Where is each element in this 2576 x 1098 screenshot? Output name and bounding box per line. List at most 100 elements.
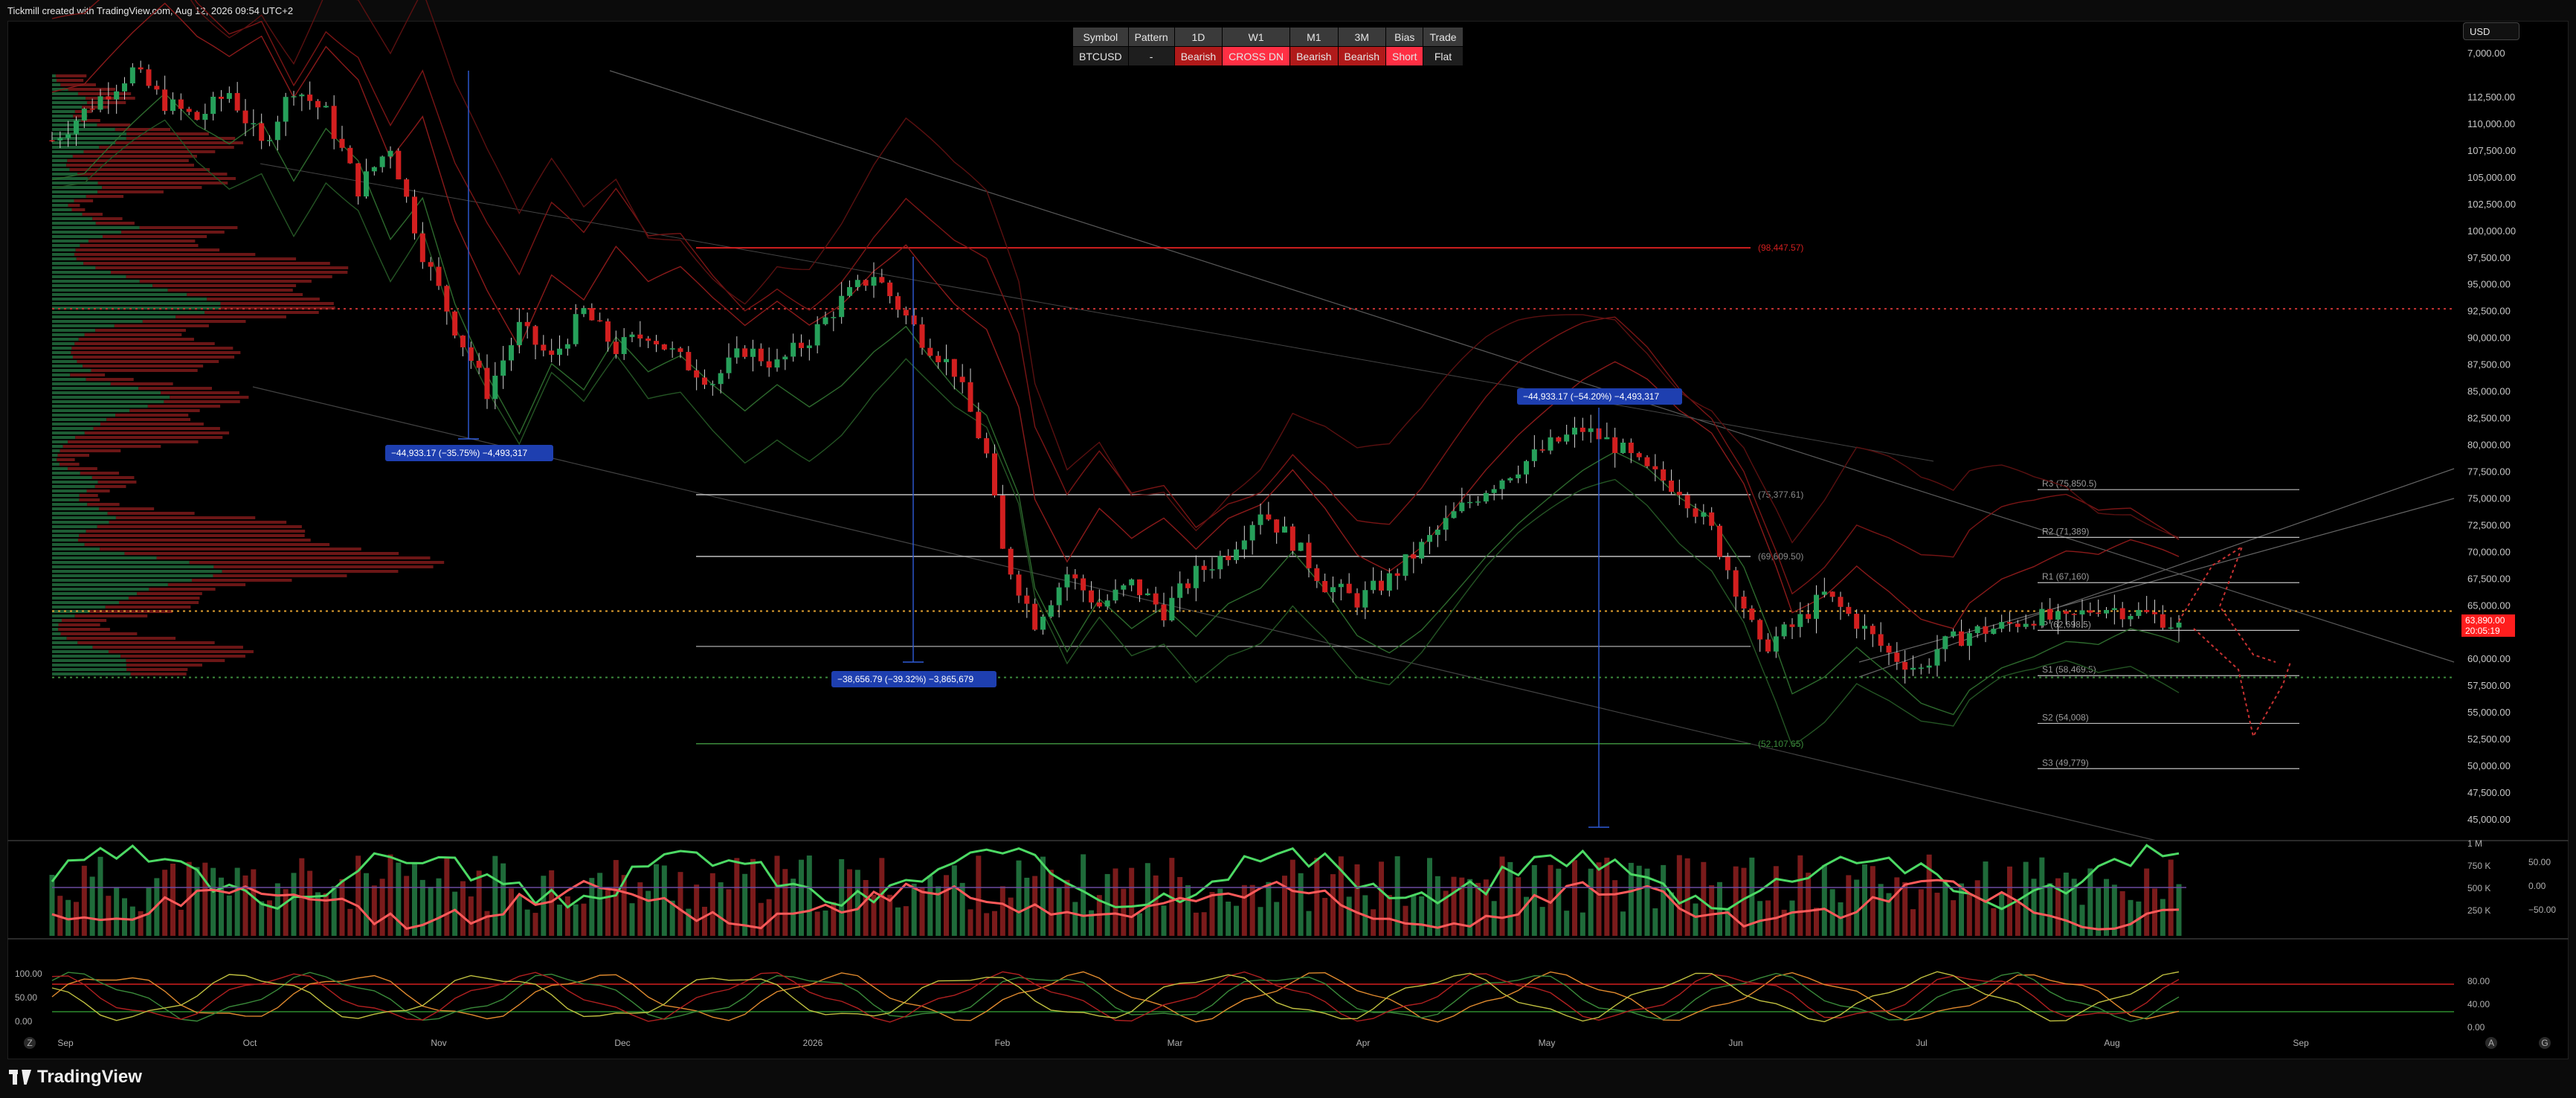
volume-profile-bar	[68, 204, 80, 207]
candle-body	[57, 138, 63, 141]
candle-body	[854, 280, 860, 287]
candle-body	[1934, 649, 1940, 666]
volume-profile-bar	[52, 262, 84, 265]
band-line	[190, 0, 2180, 544]
candle-body	[1161, 604, 1167, 621]
stoch-axis-tick: 0.00	[15, 1016, 33, 1027]
volume-profile-bar	[57, 454, 90, 457]
candle-body	[1733, 570, 1739, 597]
volume-bar	[1870, 866, 1875, 936]
volume-profile-bar	[52, 320, 143, 323]
volume-bar	[839, 858, 845, 936]
candle-body	[1129, 579, 1135, 585]
volume-bar	[1185, 885, 1191, 936]
volume-bar	[524, 909, 530, 936]
candle-body	[1531, 449, 1537, 461]
candle-body	[1669, 481, 1674, 492]
candle-body	[1048, 605, 1054, 617]
volume-bar	[1161, 905, 1167, 936]
volume-bar	[1854, 879, 1860, 936]
tradingview-logo[interactable]: TradingView	[9, 1067, 142, 1088]
status-header-w1: W1	[1222, 27, 1291, 47]
volume-profile-bar	[52, 351, 71, 354]
candle-body	[1137, 579, 1142, 596]
price-axis-tick: 75,000.00	[2467, 492, 2511, 504]
candle-body	[1298, 542, 1304, 551]
volume-profile-bar	[142, 320, 246, 323]
candle-body	[1016, 574, 1022, 596]
volume-profile-bar	[52, 449, 60, 452]
volume-profile-bar	[52, 204, 68, 207]
candle-body	[1966, 633, 1972, 646]
volume-profile-bar	[70, 373, 106, 376]
volume-profile-bar	[52, 489, 87, 492]
pivot-label: R2 (71,389)	[2042, 526, 2089, 536]
currency-selector[interactable]: USD	[2463, 22, 2519, 40]
candle-body	[1564, 434, 1570, 442]
price-axis-tick: 70,000.00	[2467, 546, 2511, 557]
volume-bar	[1016, 860, 1022, 936]
volume-profile-bar	[52, 347, 72, 350]
volume-bar	[1934, 893, 1940, 936]
candle-body	[1234, 549, 1239, 560]
candle-body	[1371, 580, 1376, 591]
volume-bar	[976, 855, 982, 936]
volume-profile-bar	[52, 74, 57, 77]
candle-body	[1467, 501, 1473, 504]
volume-profile-bar	[52, 115, 74, 118]
volume-bar	[2168, 859, 2174, 936]
volume-bar	[1604, 857, 1610, 936]
candle-body	[951, 359, 957, 377]
axis-corner-label: Z	[27, 1038, 32, 1048]
volume-profile-bar	[52, 333, 85, 336]
volume-profile-bar	[52, 373, 71, 376]
candle-body	[1475, 501, 1481, 503]
candle-body	[1612, 437, 1618, 453]
volume-bar	[468, 896, 474, 936]
candle-body	[307, 94, 313, 101]
volume-bar	[1516, 877, 1522, 936]
candle-body	[1765, 639, 1771, 652]
candle-body	[97, 96, 103, 110]
volume-profile-bar	[115, 141, 244, 144]
volume-profile-bar	[86, 530, 306, 533]
volume-bar	[178, 910, 184, 936]
projection-path	[2193, 628, 2291, 739]
candle-body	[178, 99, 184, 109]
candle-body	[452, 311, 458, 336]
volume-axis-tick: 250 K	[2467, 905, 2490, 916]
volume-bar	[1193, 912, 1199, 936]
volume-profile-bar	[115, 516, 256, 519]
volume-bar	[1918, 889, 1924, 936]
candle-body	[2055, 611, 2061, 620]
candle-body	[371, 167, 377, 172]
volume-bar	[371, 885, 377, 936]
volume-profile-bar	[52, 637, 67, 640]
volume-bar	[1693, 903, 1698, 936]
volume-profile-bar	[52, 445, 63, 448]
price-chart[interactable]: 7,000.00 112,500.00 110,000.00 107,500.00 10…	[0, 0, 2576, 1059]
candle-body	[1781, 624, 1787, 637]
candle-body	[1451, 511, 1457, 518]
volume-bar	[114, 887, 120, 936]
candle-body	[1725, 556, 1730, 571]
candle-body	[613, 341, 619, 354]
volume-profile	[52, 74, 445, 675]
volume-bar	[396, 862, 402, 936]
volume-profile-bar	[77, 539, 311, 542]
volume-profile-bar	[139, 280, 312, 283]
candle-body	[1258, 514, 1263, 525]
status-table-value-row: BTCUSD - Bearish CROSS DN Bearish Bearish Shor…	[1072, 46, 1464, 66]
price-axis-tick: 100,000.00	[2467, 225, 2516, 237]
price-axis-tick: 112,500.00	[2467, 92, 2515, 103]
volume-bar	[822, 910, 828, 936]
candle-body	[709, 384, 715, 385]
pivot-label: S3 (49,779)	[2042, 757, 2089, 768]
candle-body	[831, 317, 837, 318]
price-axis-tick: 85,000.00	[2467, 386, 2511, 397]
candle-body	[509, 345, 514, 361]
candle-body	[2176, 622, 2182, 628]
volume-profile-bar	[52, 516, 116, 519]
candle-body	[2104, 609, 2109, 614]
price-axis-tick: 105,000.00	[2467, 172, 2516, 183]
